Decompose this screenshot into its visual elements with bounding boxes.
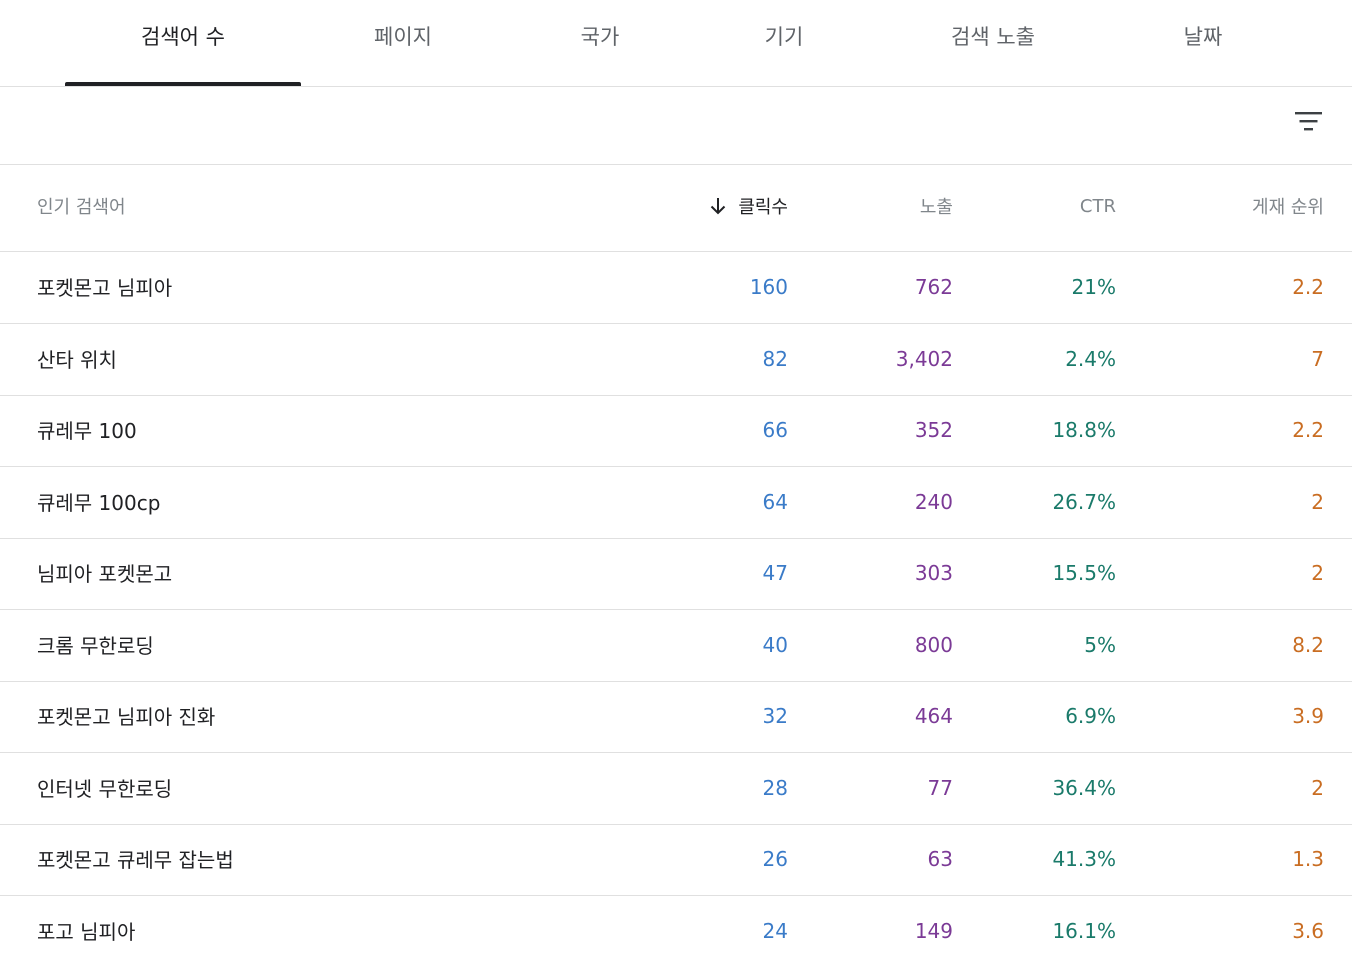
arrow-down-icon <box>711 198 726 215</box>
query-cell: 포켓몬고 큐레무 잡는법 <box>37 848 234 872</box>
filter-list-icon <box>1295 112 1322 131</box>
query-cell: 포켓몬고 님피아 <box>37 276 173 300</box>
position-cell: 2 <box>1311 560 1324 585</box>
clicks-cell: 28 <box>762 775 788 800</box>
ctr-cell: 41.3% <box>1052 846 1116 871</box>
clicks-cell: 47 <box>762 560 788 585</box>
table-row[interactable]: 포고 님피아 24 149 16.1% 3.6 <box>0 896 1352 967</box>
table-row[interactable]: 포켓몬고 님피아 진화 32 464 6.9% 3.9 <box>0 681 1352 753</box>
header-clicks[interactable]: 클릭수 <box>600 163 788 249</box>
impressions-cell: 464 <box>914 703 953 728</box>
query-cell: 포켓몬고 님피아 진화 <box>37 705 216 729</box>
position-cell: 3.6 <box>1292 918 1324 943</box>
query-cell: 큐레무 100 <box>37 419 137 443</box>
position-cell: 7 <box>1311 346 1324 371</box>
impressions-cell: 77 <box>927 775 953 800</box>
clicks-cell: 24 <box>762 918 788 943</box>
impressions-cell: 63 <box>927 846 953 871</box>
clicks-cell: 66 <box>762 417 788 442</box>
query-cell: 포고 님피아 <box>37 920 136 944</box>
clicks-cell: 32 <box>762 703 788 728</box>
clicks-cell: 82 <box>762 346 788 371</box>
table-row[interactable]: 포켓몬고 큐레무 잡는법 26 63 41.3% 1.3 <box>0 824 1352 896</box>
query-cell: 산타 위치 <box>37 348 117 372</box>
ctr-cell: 15.5% <box>1052 560 1116 585</box>
table-row[interactable]: 큐레무 100cp 64 240 26.7% 2 <box>0 467 1352 539</box>
table-row[interactable]: 포켓몬고 님피아 160 762 21% 2.2 <box>0 252 1352 324</box>
header-ctr[interactable]: CTR <box>960 163 1116 249</box>
impressions-cell: 762 <box>914 274 953 299</box>
ctr-cell: 36.4% <box>1052 775 1116 800</box>
clicks-cell: 26 <box>762 846 788 871</box>
clicks-cell: 160 <box>749 274 788 299</box>
ctr-cell: 2.4% <box>1065 346 1116 371</box>
tab-countries[interactable]: 국가 <box>505 0 695 79</box>
impressions-cell: 149 <box>914 918 953 943</box>
impressions-cell: 352 <box>914 417 953 442</box>
table-header: 인기 검색어 클릭수 노출 CTR 게재 순위 <box>0 165 1352 252</box>
ctr-cell: 26.7% <box>1052 489 1116 514</box>
ctr-cell: 16.1% <box>1052 918 1116 943</box>
impressions-cell: 240 <box>914 489 953 514</box>
impressions-cell: 800 <box>914 632 953 657</box>
position-cell: 8.2 <box>1292 632 1324 657</box>
query-cell: 님피아 포켓몬고 <box>37 562 173 586</box>
table-row[interactable]: 크롬 무한로딩 40 800 5% 8.2 <box>0 610 1352 682</box>
position-cell: 2 <box>1311 489 1324 514</box>
ctr-cell: 6.9% <box>1065 703 1116 728</box>
header-clicks-label: 클릭수 <box>738 197 788 218</box>
tab-pages[interactable]: 페이지 <box>305 0 501 79</box>
tab-devices[interactable]: 기기 <box>695 0 873 79</box>
position-cell: 1.3 <box>1292 846 1324 871</box>
ctr-cell: 21% <box>1071 274 1116 299</box>
active-tab-indicator <box>65 82 301 86</box>
table-row[interactable]: 인터넷 무한로딩 28 77 36.4% 2 <box>0 753 1352 825</box>
tab-queries[interactable]: 검색어 수 <box>65 0 301 79</box>
header-position[interactable]: 게재 순위 <box>1120 163 1324 249</box>
header-impressions[interactable]: 노출 <box>800 163 953 249</box>
tab-dates[interactable]: 날짜 <box>1113 0 1293 79</box>
query-cell: 큐레무 100cp <box>37 491 161 515</box>
position-cell: 2.2 <box>1292 274 1324 299</box>
position-cell: 3.9 <box>1292 703 1324 728</box>
clicks-cell: 40 <box>762 632 788 657</box>
table-row[interactable]: 님피아 포켓몬고 47 303 15.5% 2 <box>0 538 1352 610</box>
report-tabs: 검색어 수 페이지 국가 기기 검색 노출 날짜 <box>0 0 1352 87</box>
tab-search-appearance[interactable]: 검색 노출 <box>873 0 1113 79</box>
impressions-cell: 3,402 <box>895 346 953 371</box>
table-toolbar <box>0 87 1352 165</box>
position-cell: 2.2 <box>1292 417 1324 442</box>
impressions-cell: 303 <box>914 560 953 585</box>
ctr-cell: 5% <box>1084 632 1116 657</box>
clicks-cell: 64 <box>762 489 788 514</box>
header-query[interactable]: 인기 검색어 <box>37 163 126 249</box>
ctr-cell: 18.8% <box>1052 417 1116 442</box>
position-cell: 2 <box>1311 775 1324 800</box>
query-cell: 인터넷 무한로딩 <box>37 777 173 801</box>
query-cell: 크롬 무한로딩 <box>37 634 154 658</box>
filter-button[interactable] <box>1288 105 1328 145</box>
table-row[interactable]: 큐레무 100 66 352 18.8% 2.2 <box>0 395 1352 467</box>
table-row[interactable]: 산타 위치 82 3,402 2.4% 7 <box>0 324 1352 396</box>
